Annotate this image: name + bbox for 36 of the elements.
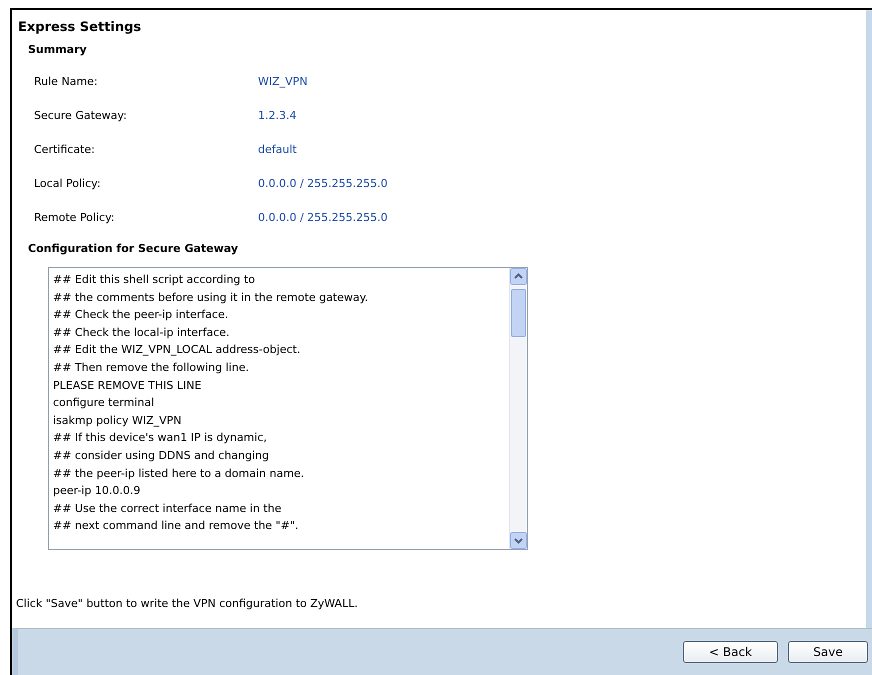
script-line: ## Edit the WIZ_VPN_LOCAL address-object. [53,342,302,358]
scrollbar[interactable] [509,268,527,549]
scroll-up-icon[interactable] [510,268,527,285]
instruction-text: Click "Save" button to write the VPN configuration to ZyWALL. [16,597,359,610]
field-value: WIZ_VPN [258,74,308,88]
script-line: ## Use the correct interface name in the [53,500,282,517]
field-label: Rule Name: [34,74,99,88]
script-line: ## Then remove the following line. [53,360,250,376]
field-value: 0.0.0.0 / 255.255.255.0 [258,210,388,224]
script-line: PLEASE REMOVE THIS LINE [53,378,202,394]
script-line: ## consider using DDNS and changing [53,448,270,464]
scroll-thumb[interactable] [511,289,526,337]
field-value: default [258,142,297,156]
section-heading: Summary [28,43,88,56]
field-label: Certificate: [34,142,96,156]
save-button[interactable]: Save [788,641,868,663]
script-line: ## the peer-ip listed here to a domain name. [53,466,306,482]
field-label: Local Policy: [34,176,102,190]
section-heading: Configuration for Secure Gateway [28,242,240,255]
field-value: 1.2.3.4 [258,108,296,122]
scroll-down-icon[interactable] [510,532,527,549]
script-line: ## Edit this shell script according to [53,272,256,288]
script-line: ## next command line and remove the "#". [53,518,300,534]
script-line: ## the comments before using it in the remote gateway. [53,290,370,306]
field-label: Secure Gateway: [34,108,128,122]
script-line: ## Check the peer-ip interface. [53,307,230,324]
script-line: configure terminal [53,395,156,412]
script-line: ## If this device's wan1 IP is dynamic, [53,430,268,446]
script-text-area[interactable] [48,267,528,550]
panel-title: Express Settings [18,20,142,35]
script-line: ## Check the local-ip interface. [53,324,231,341]
field-value: 0.0.0.0 / 255.255.255.0 [258,176,388,190]
script-line: isakmp policy WIZ_VPN [53,412,183,429]
back-button[interactable]: < Back [683,641,778,663]
script-line: peer-ip 10.0.0.9 [53,483,142,500]
field-label: Remote Policy: [34,210,116,224]
